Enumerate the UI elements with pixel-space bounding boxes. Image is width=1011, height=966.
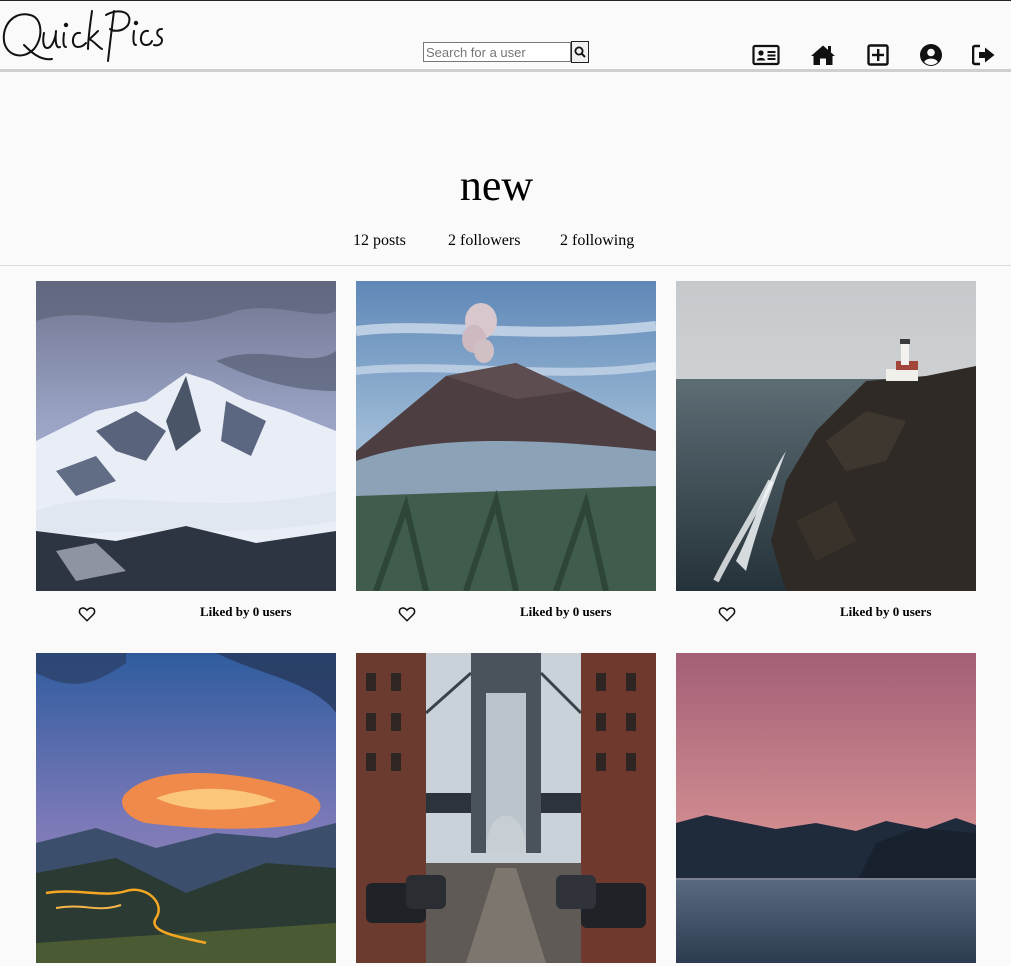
top-navbar — [0, 0, 1011, 72]
followers-count[interactable]: 2 followers — [448, 232, 520, 250]
likes-count: Liked by 0 users — [200, 604, 292, 619]
heart-icon[interactable] — [718, 605, 736, 623]
post-footer: Liked by 0 users — [676, 591, 976, 635]
post-footer: Liked by 0 users — [356, 591, 656, 635]
likes-count: Liked by 0 users — [520, 604, 612, 619]
likes-count: Liked by 0 users — [840, 604, 932, 619]
id-card-icon[interactable] — [752, 42, 780, 68]
user-circle-icon[interactable] — [917, 42, 945, 68]
post-card — [356, 653, 656, 963]
heart-icon[interactable] — [398, 605, 416, 623]
home-icon[interactable] — [809, 42, 837, 68]
profile-header: new 12 posts 2 followers 2 following — [0, 72, 1011, 266]
post-card: Liked by 0 users — [356, 281, 656, 635]
post-image-city-bridge[interactable] — [356, 653, 656, 963]
heart-icon[interactable] — [78, 605, 96, 623]
plus-square-icon[interactable] — [864, 42, 892, 68]
post-footer: Liked by 0 users — [36, 591, 336, 635]
post-image-lighthouse-cliff[interactable] — [676, 281, 976, 591]
post-image-dusk-lake[interactable] — [676, 653, 976, 963]
username-text: new — [459, 161, 534, 210]
nav-icons — [0, 42, 1011, 68]
post-card — [676, 653, 976, 963]
sign-out-icon[interactable] — [970, 42, 998, 68]
profile-username: new — [0, 160, 1011, 212]
following-count[interactable]: 2 following — [560, 232, 634, 250]
post-image-snowy-mountain[interactable] — [36, 281, 336, 591]
post-card — [36, 653, 336, 963]
posts-count: 12 posts — [353, 232, 406, 249]
post-image-volcano[interactable] — [356, 281, 656, 591]
post-card: Liked by 0 users — [36, 281, 336, 635]
post-image-sunset-valley[interactable] — [36, 653, 336, 963]
post-card: Liked by 0 users — [676, 281, 976, 635]
